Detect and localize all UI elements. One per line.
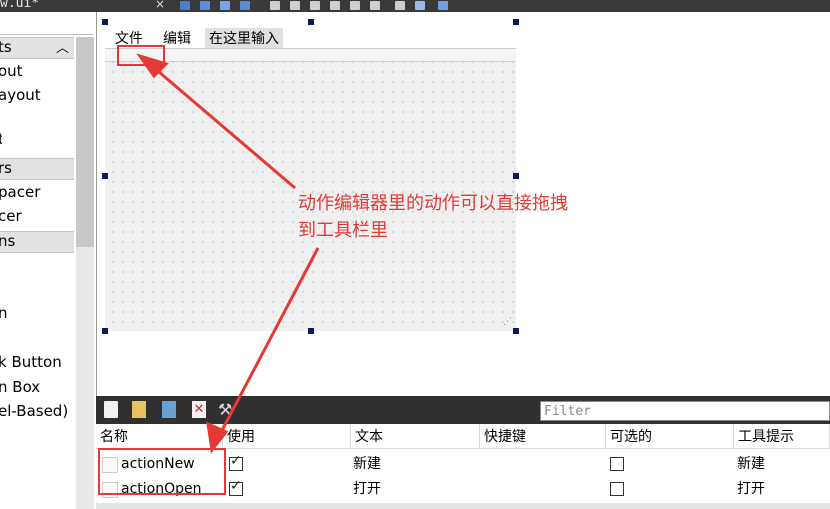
arrow-to-toolbar <box>151 64 296 190</box>
annotation-line: 到工具栏里 <box>298 220 388 241</box>
annotation-text: 动作编辑器里的动作可以直接拖拽 到工具栏里 <box>298 190 628 244</box>
arrow-to-action <box>216 247 320 439</box>
annotation-arrows <box>136 53 320 454</box>
annotation-line: 动作编辑器里的动作可以直接拖拽 <box>298 193 568 214</box>
